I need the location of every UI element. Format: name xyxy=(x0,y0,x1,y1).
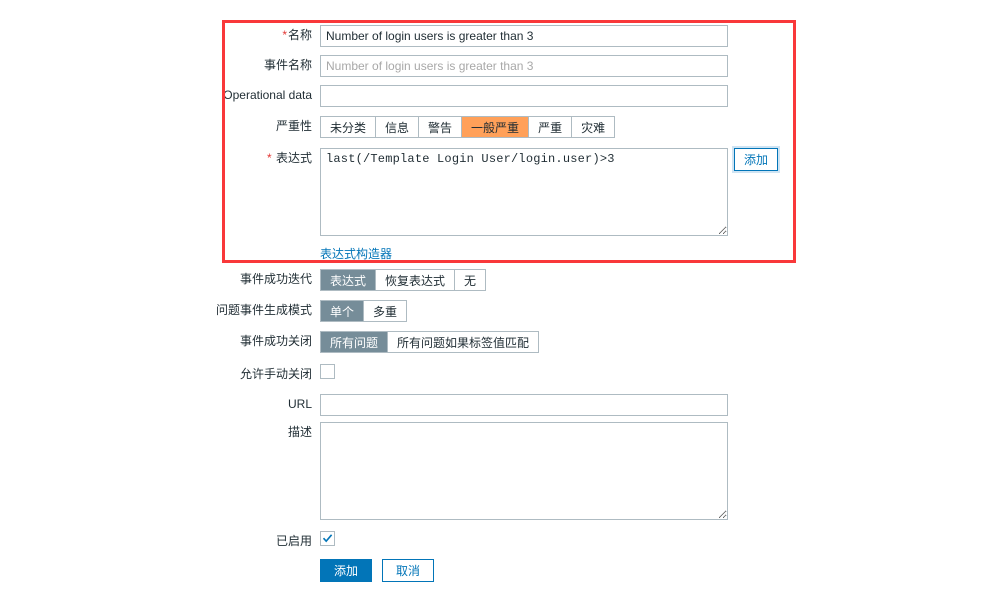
label-ok-event-generation: 事件成功迭代 xyxy=(239,272,312,286)
form-row-enabled: 已启用 xyxy=(0,531,1008,551)
field-description xyxy=(320,422,1008,520)
enabled-checkbox[interactable] xyxy=(320,531,335,546)
field-severity: 未分类 信息 警告 一般严重 严重 灾难 xyxy=(320,116,1008,138)
label-expression-text: 表达式 xyxy=(275,151,312,165)
form-row-expression: * 表达式 添加 xyxy=(0,148,1008,236)
field-ok-event-generation: 表达式 恢复表达式 无 xyxy=(320,269,1008,291)
expression-constructor-link[interactable]: 表达式构造器 xyxy=(320,245,393,263)
severity-option-information[interactable]: 信息 xyxy=(376,117,420,137)
problem-event-mode-option-single[interactable]: 单个 xyxy=(321,301,365,321)
label-name: *名称 xyxy=(0,25,320,45)
expression-add-button[interactable]: 添加 xyxy=(734,148,779,171)
form-row-actions: 添加 取消 xyxy=(0,559,1008,582)
field-event-name xyxy=(320,55,1008,77)
label-problem-event-generation-mode: 问题事件生成模式 xyxy=(215,303,312,317)
required-marker-expression: * xyxy=(266,151,272,165)
trigger-form-page: *名称 事件名称 Operational data 严重性 未分类 xyxy=(0,0,1008,596)
field-expression-constructor: 表达式构造器 xyxy=(320,245,1008,263)
severity-button-group: 未分类 信息 警告 一般严重 严重 灾难 xyxy=(320,116,616,138)
form-row-problem-event-generation-mode: 问题事件生成模式 单个 多重 xyxy=(0,300,1008,322)
ok-event-generation-option-recovery-expression[interactable]: 恢复表达式 xyxy=(376,270,456,290)
field-operational-data xyxy=(320,85,1008,107)
field-actions: 添加 取消 xyxy=(320,559,1008,582)
required-marker-name: * xyxy=(282,28,287,42)
label-event-name: 事件名称 xyxy=(263,58,312,72)
ok-event-closes-option-all-problems-tag-match[interactable]: 所有问题如果标签值匹配 xyxy=(388,332,539,352)
field-url xyxy=(320,394,1008,416)
label-enabled: 已启用 xyxy=(275,534,312,548)
label-description: 描述 xyxy=(287,425,312,439)
checkmark-icon xyxy=(322,534,333,543)
expression-textarea[interactable] xyxy=(320,148,728,236)
form-row-ok-event-closes: 事件成功关闭 所有问题 所有问题如果标签值匹配 xyxy=(0,331,1008,353)
severity-option-high[interactable]: 严重 xyxy=(529,117,573,137)
severity-option-average[interactable]: 一般严重 xyxy=(462,117,530,137)
form-row-allow-manual-close: 允许手动关闭 xyxy=(0,364,1008,384)
operational-data-input[interactable] xyxy=(320,85,728,107)
field-name xyxy=(320,25,1008,47)
form-row-event-name: 事件名称 xyxy=(0,55,1008,77)
url-input[interactable] xyxy=(320,394,728,416)
form-row-url: URL xyxy=(0,394,1008,416)
problem-event-mode-option-multiple[interactable]: 多重 xyxy=(364,301,407,321)
name-input[interactable] xyxy=(320,25,728,47)
event-name-input[interactable] xyxy=(320,55,728,77)
form-row-operational-data: Operational data xyxy=(0,85,1008,107)
label-expression: * 表达式 xyxy=(0,148,320,168)
form-row-name: *名称 xyxy=(0,25,1008,47)
ok-event-generation-option-expression[interactable]: 表达式 xyxy=(321,270,377,290)
cancel-button[interactable]: 取消 xyxy=(382,559,435,582)
submit-button[interactable]: 添加 xyxy=(320,559,373,582)
ok-event-closes-button-group: 所有问题 所有问题如果标签值匹配 xyxy=(320,331,540,353)
ok-event-generation-button-group: 表达式 恢复表达式 无 xyxy=(320,269,487,291)
label-name-text: 名称 xyxy=(287,28,312,42)
field-enabled xyxy=(320,531,1008,546)
label-ok-event-closes: 事件成功关闭 xyxy=(239,334,312,348)
label-operational-data: Operational data xyxy=(223,88,312,102)
description-textarea[interactable] xyxy=(320,422,728,520)
problem-event-generation-mode-button-group: 单个 多重 xyxy=(320,300,408,322)
severity-option-not-classified[interactable]: 未分类 xyxy=(321,117,377,137)
label-severity: 严重性 xyxy=(275,119,312,133)
field-problem-event-generation-mode: 单个 多重 xyxy=(320,300,1008,322)
form-row-severity: 严重性 未分类 信息 警告 一般严重 严重 灾难 xyxy=(0,116,1008,138)
form-row-ok-event-generation: 事件成功迭代 表达式 恢复表达式 无 xyxy=(0,269,1008,291)
label-url: URL xyxy=(287,397,312,411)
severity-option-disaster[interactable]: 灾难 xyxy=(572,117,615,137)
ok-event-closes-option-all-problems[interactable]: 所有问题 xyxy=(321,332,389,352)
field-expression: 添加 xyxy=(320,148,1008,236)
form-row-description: 描述 xyxy=(0,422,1008,520)
label-allow-manual-close: 允许手动关闭 xyxy=(239,367,312,381)
ok-event-generation-option-none[interactable]: 无 xyxy=(455,270,486,290)
field-ok-event-closes: 所有问题 所有问题如果标签值匹配 xyxy=(320,331,1008,353)
form-row-expression-constructor: 表达式构造器 xyxy=(0,245,1008,263)
severity-option-warning[interactable]: 警告 xyxy=(419,117,463,137)
field-allow-manual-close xyxy=(320,364,1008,379)
allow-manual-close-checkbox[interactable] xyxy=(320,364,335,379)
